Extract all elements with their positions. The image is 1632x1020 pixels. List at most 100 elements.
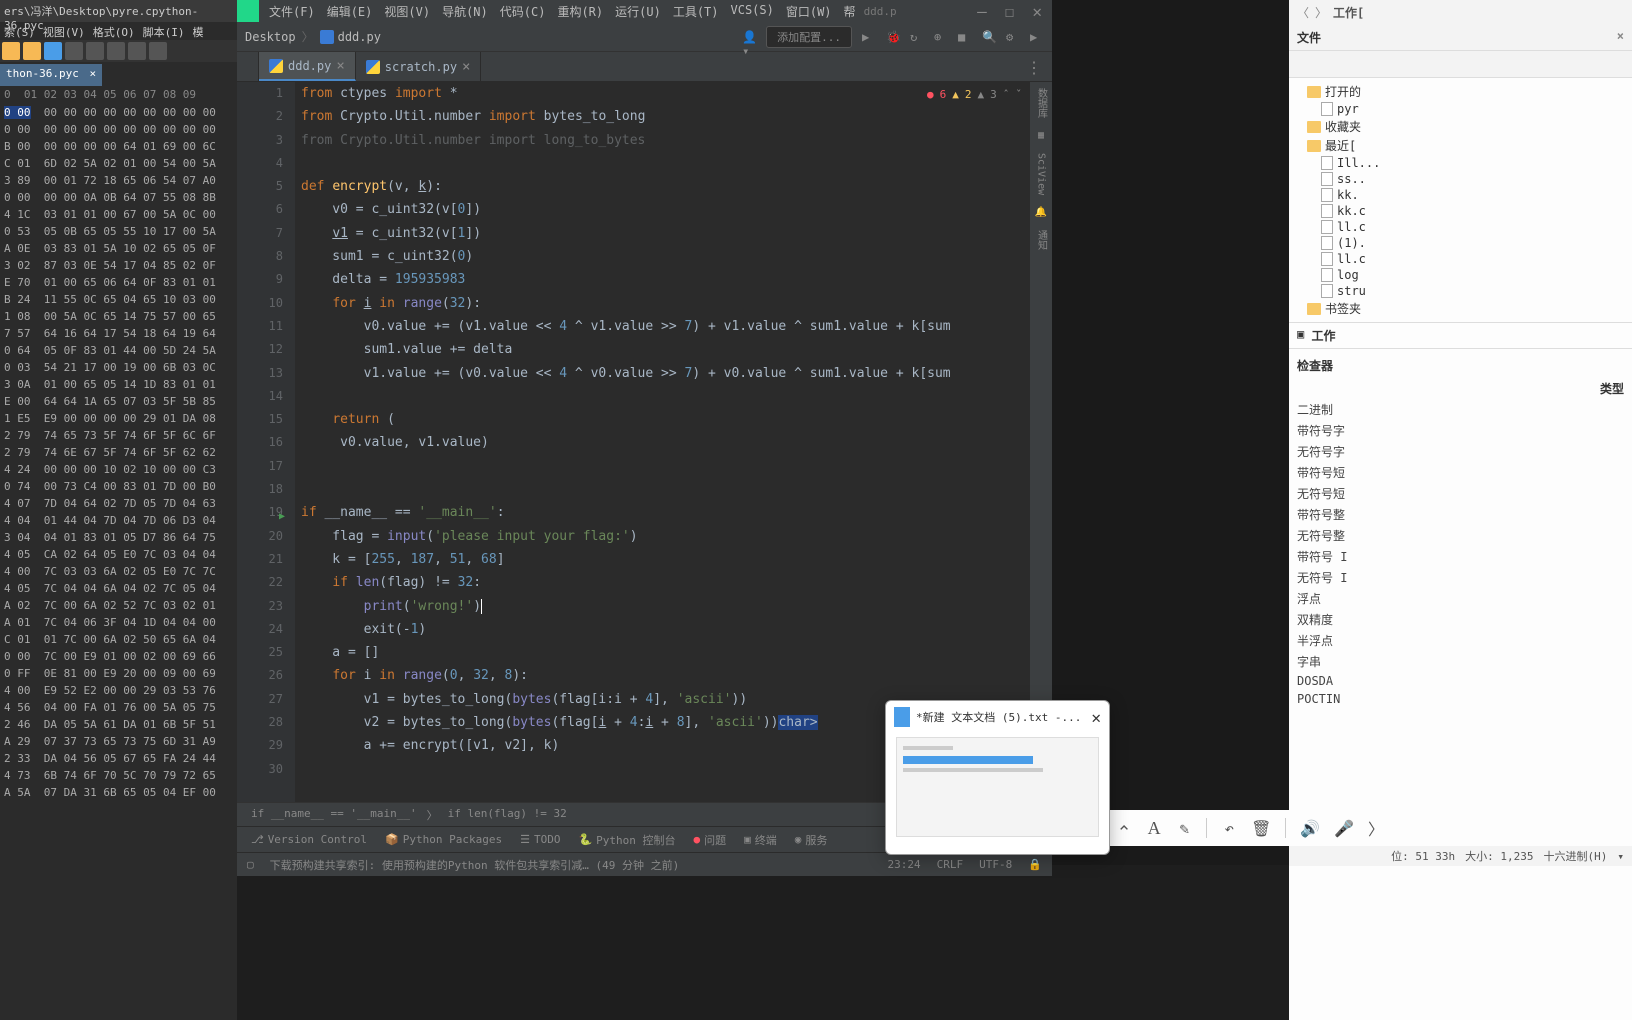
menu-help[interactable]: 帮 [844,3,856,20]
menu-code[interactable]: 代码(C) [500,3,546,20]
nav-back-icon[interactable]: 〈 [1297,4,1309,21]
menu-navigate[interactable]: 导航(N) [442,3,488,20]
chevron-up-icon[interactable]: ˆ [1003,88,1010,101]
more-icon[interactable]: 〉 [1368,818,1384,838]
profile-icon[interactable]: ⊕ [934,30,948,44]
speaker-icon[interactable]: 🔊 [1300,818,1320,838]
inspector-type-row[interactable]: 带符号短 [1297,462,1624,483]
run-config-dropdown[interactable]: 添加配置... [766,26,852,48]
tree-item[interactable]: 最近[ [1289,136,1632,155]
search-icon[interactable]: 🔍 [982,30,996,44]
menu-run[interactable]: 运行(U) [615,3,661,20]
delete-icon[interactable]: 🗑 [1251,818,1271,838]
status-line-col[interactable]: 23:24 [888,858,921,871]
tabs-more-icon[interactable]: ⋮ [1016,52,1052,81]
new-icon[interactable] [2,42,20,60]
tree-item[interactable]: kk.c [1289,203,1632,219]
debug-icon[interactable]: 🐞 [886,30,900,44]
wand-icon[interactable]: ✎ [1176,818,1192,838]
cut-icon[interactable] [65,42,83,60]
status-line-sep[interactable]: CRLF [937,858,964,871]
hex-tab[interactable]: thon-36.pyc × [0,64,102,86]
undo-icon[interactable]: ↶ [1221,818,1237,838]
tree-item[interactable]: ss.. [1289,171,1632,187]
code-editor[interactable]: ●6 ▲2 ▲3 ˆ ˇ 123456789101112131415161718… [237,82,1052,802]
tree-item[interactable]: stru [1289,283,1632,299]
grid-icon[interactable]: ▦ [1038,130,1044,141]
close-icon[interactable]: × [1617,29,1624,46]
close-icon[interactable]: ✕ [1091,708,1101,727]
nav-fwd-icon[interactable]: 〉 [1315,4,1327,21]
tool-version-control[interactable]: ⎇Version Control [251,833,367,846]
popup-thumbnail[interactable] [896,737,1099,837]
hex-menu-search[interactable]: 索(S) [4,24,35,38]
menu-vcs[interactable]: VCS(S) [731,3,774,20]
close-icon[interactable]: ✕ [1032,2,1042,21]
code-area[interactable]: from ctypes import * from Crypto.Util.nu… [295,82,1052,802]
file-tree[interactable]: 打开的pyr收藏夹最近[Ill...ss..kk.kk.cll.c(1).ll.… [1289,78,1632,322]
minimize-icon[interactable]: — [977,2,987,21]
arrow-up-icon[interactable] [1116,818,1132,838]
tool-python-console[interactable]: 🐍Python 控制台 [578,832,675,848]
run-icon[interactable]: ▶ [862,30,876,44]
tree-item[interactable]: (1). [1289,235,1632,251]
inspector-type-row[interactable]: DOSDA [1297,672,1624,690]
open-icon[interactable] [23,42,41,60]
coverage-icon[interactable]: ↻ [910,30,924,44]
tree-item[interactable]: ll.c [1289,219,1632,235]
inspector-type-row[interactable]: 带符号字 [1297,420,1624,441]
menu-view[interactable]: 视图(V) [384,3,430,20]
tool-terminal[interactable]: ▣终端 [744,832,777,848]
inspector-type-row[interactable]: 无符号字 [1297,441,1624,462]
lock-icon[interactable]: 🔒 [1028,858,1042,871]
maximize-icon[interactable]: ☐ [1005,2,1015,21]
inspector-type-row[interactable]: 二进制 [1297,399,1624,420]
play-icon[interactable]: ▶ [1030,30,1044,44]
tool-python-packages[interactable]: 📦Python Packages [385,833,502,846]
close-icon[interactable]: × [89,67,96,80]
tree-item[interactable]: 收藏夹 [1289,117,1632,136]
sciview-tool-icon[interactable]: SciView [1036,153,1047,195]
tree-item[interactable]: pyr [1289,101,1632,117]
breadcrumb-root[interactable]: Desktop [245,30,296,44]
workspace-section-header[interactable]: ▣ 工作 [1289,322,1632,349]
inspector-type-row[interactable]: 浮点 [1297,588,1624,609]
database-tool-icon[interactable]: 数据库 [1034,88,1049,118]
gear-icon[interactable]: ⚙ [1006,30,1020,44]
tool-todo[interactable]: ☰TODO [520,833,560,846]
statusbar-icon[interactable]: ▢ [247,858,254,871]
inspector-type-row[interactable]: 带符号 I [1297,546,1624,567]
files-section-header[interactable]: 文件 × [1289,25,1632,51]
inspector-type-row[interactable]: 字串 [1297,651,1624,672]
inspector-type-row[interactable]: 半浮点 [1297,630,1624,651]
tool-services[interactable]: ◉服务 [795,832,828,848]
inspector-type-row[interactable]: 无符号 I [1297,567,1624,588]
tree-item[interactable]: 打开的 [1289,82,1632,101]
menu-edit[interactable]: 编辑(E) [327,3,373,20]
inspector-type-row[interactable]: 无符号短 [1297,483,1624,504]
chevron-down-icon[interactable]: ▾ [1617,850,1624,863]
breadcrumb-item[interactable]: if len(flag) != 32 [448,807,567,822]
user-icon[interactable]: 👤▾ [742,30,756,44]
breadcrumb-file[interactable]: ddd.py [338,30,381,44]
mic-icon[interactable]: 🎤 [1334,818,1354,838]
inspections-widget[interactable]: ●6 ▲2 ▲3 ˆ ˇ [927,88,1022,101]
menu-file[interactable]: 文件(F) [269,3,315,20]
undo-icon[interactable] [128,42,146,60]
tree-item[interactable]: kk. [1289,187,1632,203]
hex-menu-templates[interactable]: 模 [193,24,204,38]
close-icon[interactable]: × [336,58,344,74]
notifications-tool-icon[interactable]: 通知 [1034,230,1049,250]
chevron-down-icon[interactable]: ˇ [1015,88,1022,101]
hex-menu-view[interactable]: 视图(V) [43,24,85,38]
inspector-type-row[interactable]: 双精度 [1297,609,1624,630]
font-icon[interactable]: A [1146,818,1162,838]
breadcrumb-item[interactable]: if __name__ == '__main__' [251,807,417,822]
menu-tools[interactable]: 工具(T) [673,3,719,20]
paste-icon[interactable] [107,42,125,60]
inspector-type-row[interactable]: 无符号整 [1297,525,1624,546]
tree-item[interactable]: log [1289,267,1632,283]
stop-icon[interactable]: ■ [958,30,972,44]
tree-item[interactable]: ll.c [1289,251,1632,267]
tab-scratch-py[interactable]: scratch.py × [356,52,482,81]
